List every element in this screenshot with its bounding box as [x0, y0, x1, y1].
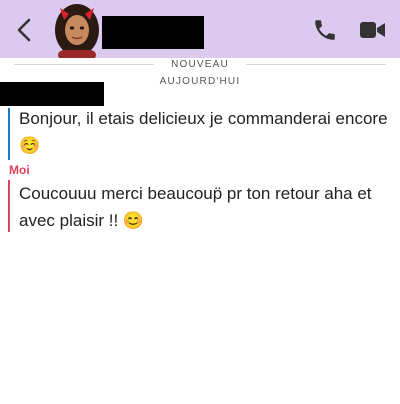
sender-label-me: Moi	[9, 163, 30, 177]
outgoing-message-bar	[8, 180, 10, 232]
incoming-message-text: Bonjour, il etais delicieux je commander…	[19, 109, 388, 155]
video-call-button[interactable]	[359, 18, 387, 42]
call-button[interactable]	[312, 17, 338, 43]
sender-name-redacted	[0, 82, 104, 106]
chat-header	[0, 0, 400, 58]
avatar[interactable]	[50, 0, 104, 58]
phone-icon	[315, 20, 335, 40]
new-messages-label: NOUVEAU	[171, 59, 229, 70]
bitmoji-avatar-icon	[55, 4, 99, 58]
incoming-message-bar	[8, 108, 10, 160]
contact-name-redacted	[102, 16, 204, 49]
chevron-left-icon	[17, 18, 31, 42]
outgoing-message-text: Coucouuu merci beaucoup̈ pr ton retour a…	[19, 184, 372, 230]
divider-line-right	[246, 64, 386, 65]
video-camera-icon	[360, 22, 385, 38]
back-button[interactable]	[12, 16, 38, 44]
